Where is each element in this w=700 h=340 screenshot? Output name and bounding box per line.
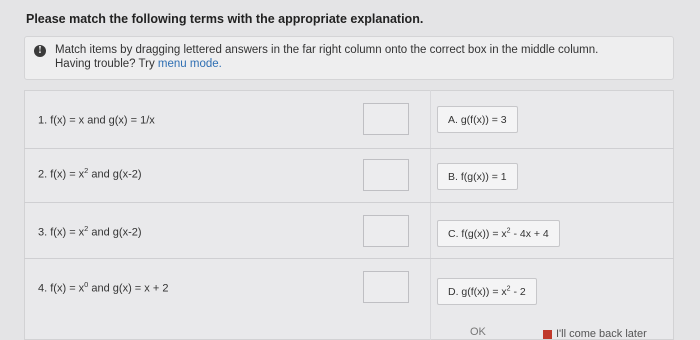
row-divider — [24, 202, 674, 203]
drop-slot-2[interactable] — [363, 159, 409, 191]
drop-slot-3[interactable] — [363, 215, 409, 247]
column-divider — [430, 90, 431, 340]
matching-area — [24, 90, 674, 340]
ok-button[interactable]: OK — [470, 326, 486, 338]
term-3: 3. f(x) = x2 and g(x-2) — [38, 224, 142, 239]
menu-mode-link[interactable]: menu mode. — [158, 58, 222, 70]
answer-card-b[interactable]: B. f(g(x)) = 1 — [437, 163, 518, 190]
instructions-text: Match items by dragging lettered answers… — [55, 44, 599, 56]
answer-card-a[interactable]: A. g(f(x)) = 3 — [437, 106, 518, 133]
term-2: 2. f(x) = x2 and g(x-2) — [38, 166, 142, 181]
drop-slot-1[interactable] — [363, 103, 409, 135]
answer-card-c[interactable]: C. f(g(x)) = x2 - 4x + 4 — [437, 220, 560, 247]
flag-icon — [543, 329, 552, 339]
answer-card-d[interactable]: D. g(f(x)) = x2 - 2 — [437, 278, 537, 305]
come-back-later-button[interactable]: I'll come back later — [543, 328, 647, 340]
drop-slot-4[interactable] — [363, 271, 409, 303]
instructions-box: ! Match items by dragging lettered answe… — [24, 36, 674, 80]
info-icon: ! — [34, 45, 46, 57]
come-back-later-label: I'll come back later — [556, 328, 647, 340]
term-4: 4. f(x) = x0 and g(x) = x + 2 — [38, 280, 169, 295]
help-text: Having trouble? Try — [55, 58, 155, 70]
help-line: Having trouble? Try menu mode. — [55, 57, 663, 71]
term-1: 1. f(x) = x and g(x) = 1/x — [38, 114, 155, 127]
row-divider — [24, 258, 674, 259]
row-divider — [24, 148, 674, 149]
question-prompt: Please match the following terms with th… — [26, 12, 424, 26]
